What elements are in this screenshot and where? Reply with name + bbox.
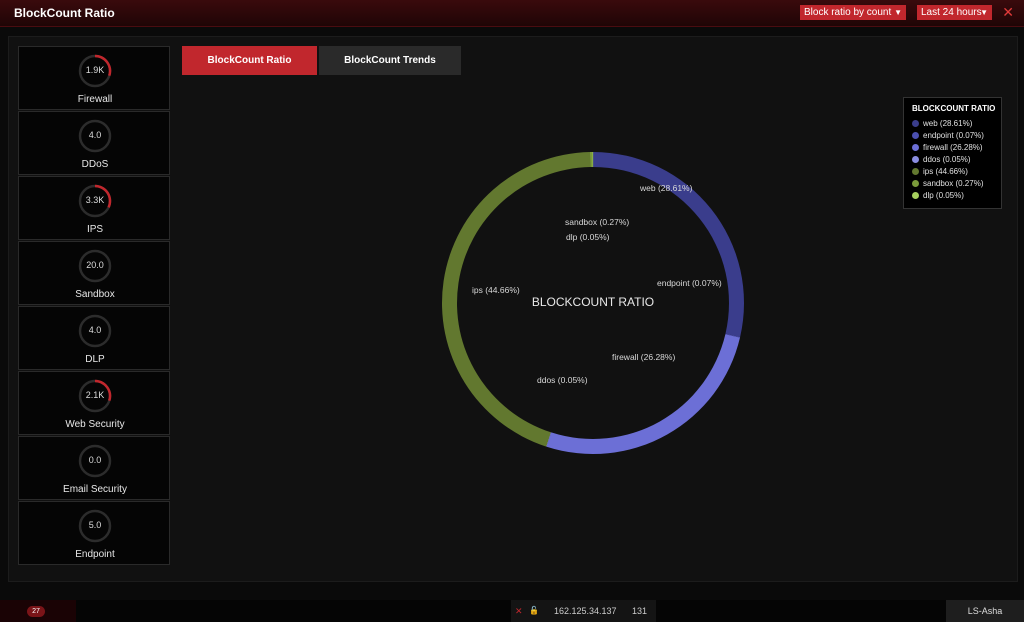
slice-label-ips: ips (44.66%) [472, 285, 520, 295]
ip-address: 162.125.34.137 [554, 606, 617, 616]
window-title: BlockCount Ratio [14, 6, 115, 20]
card-label: Firewall [77, 94, 113, 105]
tab-blockcount-trends[interactable]: BlockCount Trends [319, 46, 461, 75]
chevron-down-icon: ▼ [980, 8, 988, 17]
legend-dot [912, 120, 919, 127]
status-bar: 27 ✕ 🔓 162.125.34.137 131 LS-Asha [0, 600, 1024, 622]
card-label: Email Security [63, 484, 127, 495]
slice-label-sandbox: sandbox (0.27%) [565, 217, 630, 227]
card-label: Endpoint [75, 549, 115, 560]
notification-badge: 27 [27, 606, 45, 617]
donut-slice-dlp[interactable] [592, 152, 594, 168]
legend-item-web[interactable]: web (28.61%) [912, 119, 972, 128]
legend-dot [912, 192, 919, 199]
card-value: 3.3K [85, 195, 105, 205]
notification-area[interactable]: 27 [0, 600, 76, 622]
sidebar-card-endpoint[interactable]: 5.0 Endpoint [18, 501, 170, 565]
legend-label: firewall (26.28%) [923, 143, 983, 152]
slice-label-web: web (28.61%) [640, 183, 693, 193]
chart-legend: BLOCKCOUNT RATIO web (28.61%) endpoint (… [903, 97, 1002, 209]
card-value: 4.0 [88, 325, 102, 335]
time-range-label: Last 24 hours [921, 7, 982, 18]
card-value: 20.0 [86, 260, 104, 270]
sidebar-card-ips[interactable]: 3.3K IPS [18, 176, 170, 240]
lock-icon: 🔓 [529, 606, 539, 615]
legend-label: dlp (0.05%) [923, 191, 964, 200]
sidebar-card-sandbox[interactable]: 20.0 Sandbox [18, 241, 170, 305]
session-count: 131 [632, 606, 648, 616]
donut-slice-web[interactable] [593, 152, 744, 337]
connection-status: ✕ 🔓 162.125.34.137 131 [511, 600, 656, 622]
card-value: 1.9K [85, 65, 105, 75]
card-label: IPS [86, 224, 104, 235]
legend-item-ddos[interactable]: ddos (0.05%) [912, 155, 971, 164]
legend-label: ips (44.66%) [923, 167, 968, 176]
legend-dot [912, 168, 919, 175]
card-label: Sandbox [75, 289, 115, 300]
sidebar-card-dlp[interactable]: 4.0 DLP [18, 306, 170, 370]
slice-label-firewall: firewall (26.28%) [612, 352, 676, 362]
legend-label: ddos (0.05%) [923, 155, 971, 164]
chevron-down-icon: ▼ [894, 8, 902, 17]
ratio-select[interactable]: Block ratio by count ▼ [800, 5, 906, 20]
slice-label-endpoint: endpoint (0.07%) [657, 278, 722, 288]
sidebar-card-firewall[interactable]: 1.9K Firewall [18, 46, 170, 110]
card-value: 2.1K [85, 390, 105, 400]
card-value: 4.0 [88, 130, 102, 140]
legend-item-dlp[interactable]: dlp (0.05%) [912, 191, 964, 200]
legend-label: web (28.61%) [923, 119, 973, 128]
card-value: 0.0 [88, 455, 102, 465]
sidebar-card-ddos[interactable]: 4.0 DDoS [18, 111, 170, 175]
time-range-select[interactable]: Last 24 hours ▼ [917, 5, 992, 20]
legend-dot [912, 144, 919, 151]
sidebar-card-web-security[interactable]: 2.1K Web Security [18, 371, 170, 435]
legend-item-ips[interactable]: ips (44.66%) [912, 167, 968, 176]
sidebar-card-email-security[interactable]: 0.0 Email Security [18, 436, 170, 500]
legend-title: BLOCKCOUNT RATIO [912, 104, 996, 113]
user-name[interactable]: LS-Asha [946, 600, 1024, 622]
disconnect-icon[interactable]: ✕ [515, 600, 523, 622]
slice-label-ddos: ddos (0.05%) [537, 375, 588, 385]
card-label: Web Security [65, 419, 125, 430]
card-label: DLP [85, 354, 105, 365]
slice-label-dlp: dlp (0.05%) [566, 232, 610, 242]
legend-dot [912, 180, 919, 187]
legend-item-sandbox[interactable]: sandbox (0.27%) [912, 179, 983, 188]
chart-title: BLOCKCOUNT RATIO [531, 295, 655, 309]
title-bar: BlockCount Ratio Block ratio by count ▼ … [0, 0, 1024, 27]
tab-blockcount-ratio[interactable]: BlockCount Ratio [182, 46, 317, 75]
legend-label: sandbox (0.27%) [923, 179, 984, 188]
legend-label: endpoint (0.07%) [923, 131, 984, 140]
legend-item-endpoint[interactable]: endpoint (0.07%) [912, 131, 984, 140]
legend-item-firewall[interactable]: firewall (26.28%) [912, 143, 983, 152]
close-icon[interactable]: ✕ [1002, 4, 1014, 21]
donut-slice-sandbox[interactable] [589, 152, 593, 168]
card-value: 5.0 [88, 520, 102, 530]
legend-dot [912, 132, 919, 139]
sidebar: 1.9K Firewall 4.0 DDoS 3.3K IPS 20.0 San… [18, 46, 172, 565]
card-label: DDoS [81, 159, 109, 170]
ratio-select-label: Block ratio by count [804, 7, 892, 18]
legend-dot [912, 156, 919, 163]
